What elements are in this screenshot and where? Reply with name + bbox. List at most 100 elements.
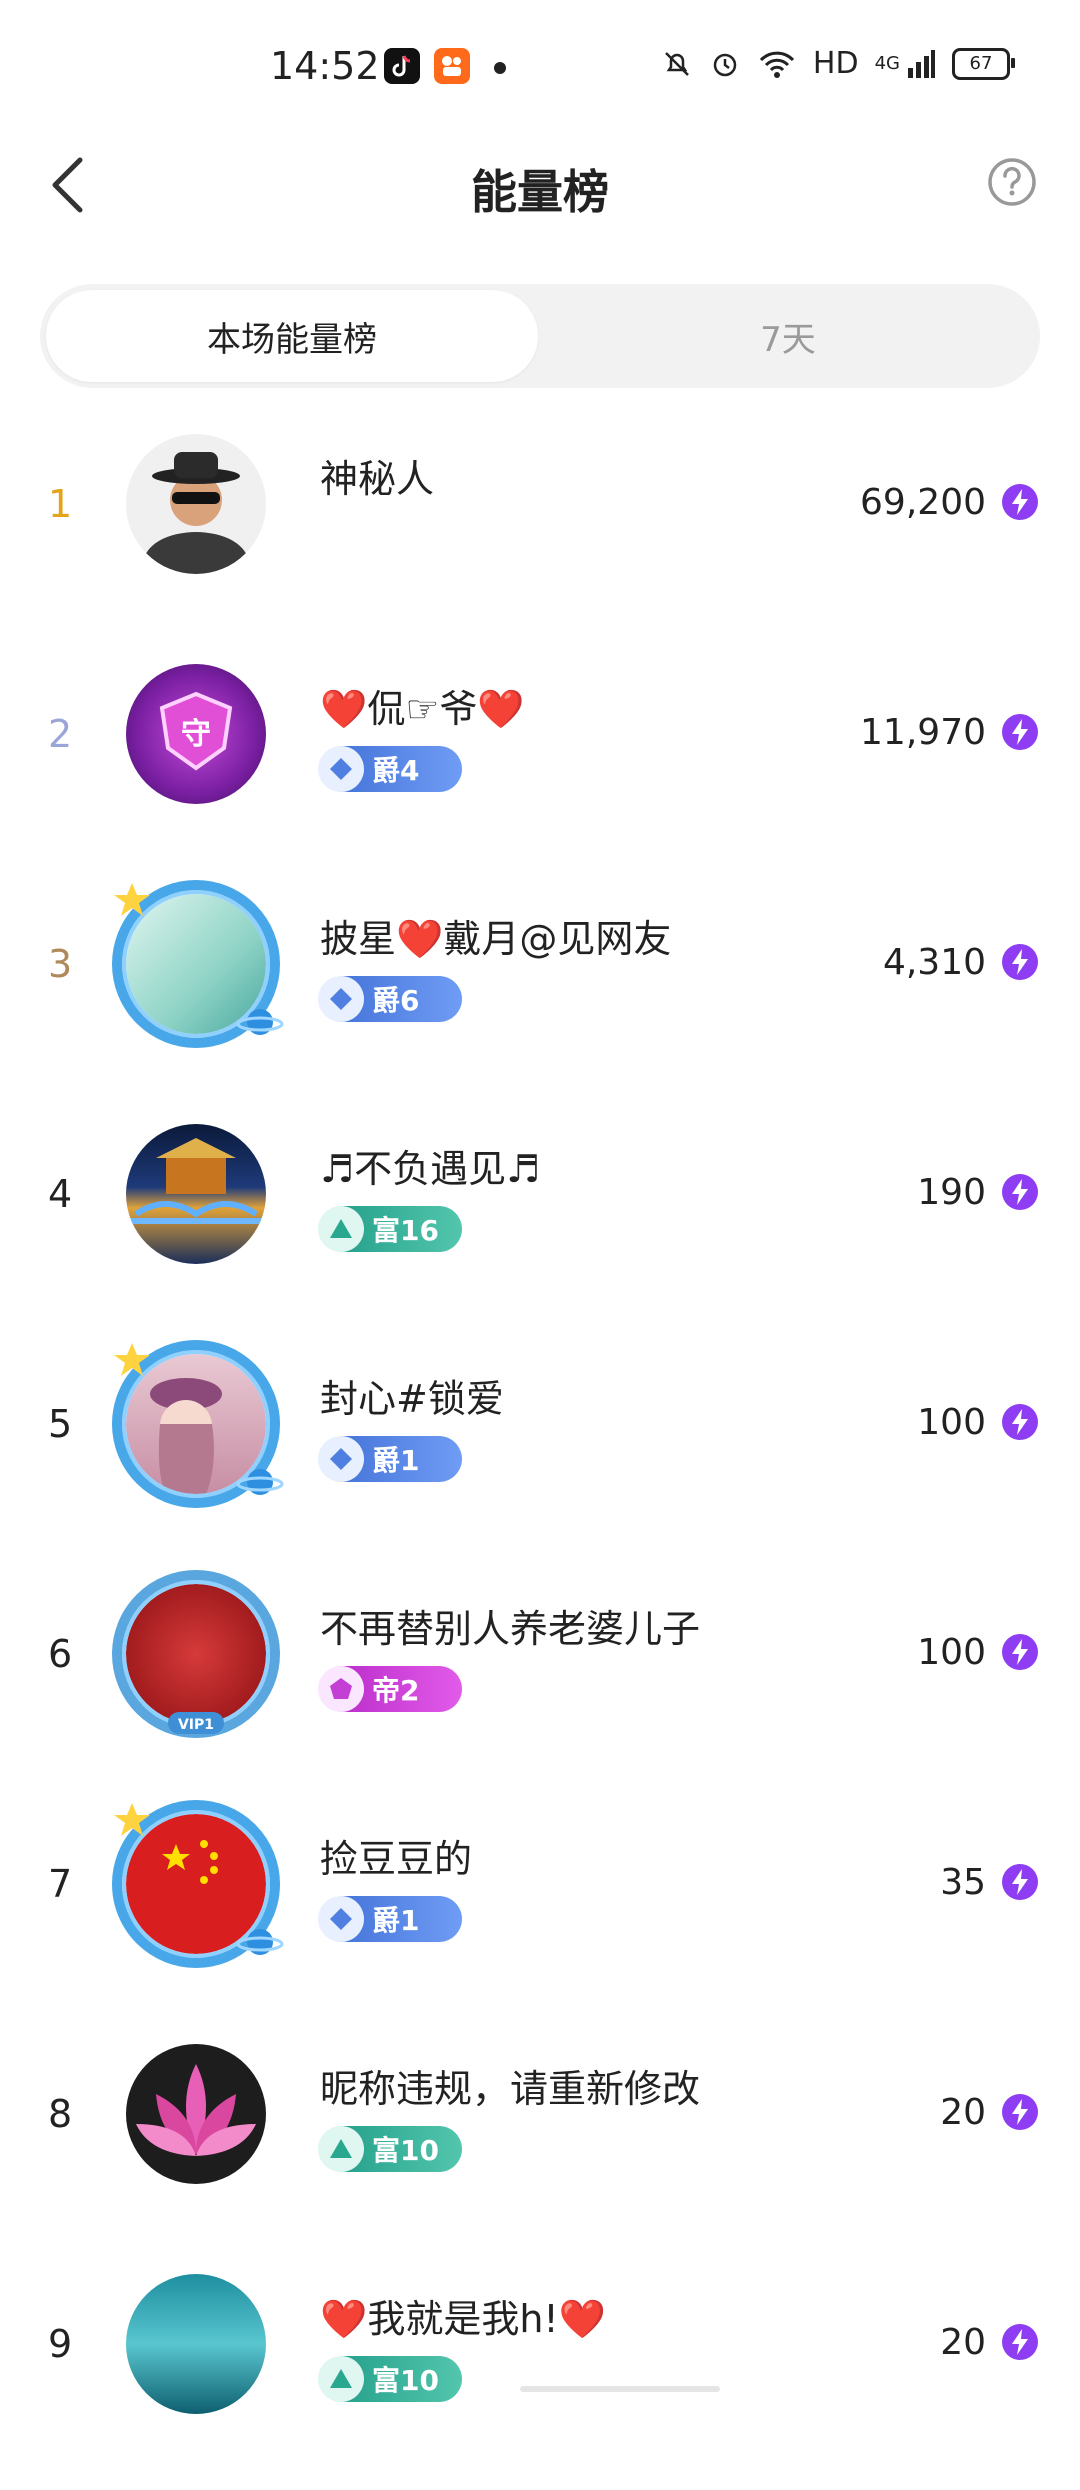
level-badge: 富16 [318,1206,462,1252]
avatar[interactable] [112,2030,280,2198]
badge-label: 爵1 [372,1444,420,1477]
avatar[interactable] [112,2260,280,2428]
signal-4g-label: 4G [874,53,900,74]
rank-number: 4 [48,1172,73,1216]
help-icon [988,158,1036,206]
status-time: 14:52 [270,44,380,88]
planet-icon [236,1929,284,1955]
rank-number: 2 [48,712,73,756]
notification-dot [494,62,506,74]
ranking-row[interactable]: 3 披星❤️戴月@见网友 爵6 4,310 [0,880,1080,1110]
user-name: 封心#锁爱 [320,1377,504,1421]
avatar[interactable] [112,1110,280,1278]
badge-label: 爵6 [372,984,420,1017]
user-name: 披星❤️戴月@见网友 [320,917,672,961]
energy-bolt-icon [1002,1404,1038,1440]
energy-bolt-icon [1002,2324,1038,2360]
energy-score: 11,970 [860,712,986,753]
level-badge: 爵1 [318,1896,462,1942]
ranking-row[interactable]: 9 ❤️我就是我h!❤️ 富10 20 [0,2260,1080,2490]
star-icon [114,1343,150,1376]
avatar[interactable] [112,880,284,1048]
badge-label: 爵1 [372,1904,420,1937]
energy-score: 35 [940,1862,986,1903]
vip-badge-icon: VIP1 [168,1712,224,1734]
level-badge: 爵6 [318,976,462,1022]
scroll-indicator [520,2386,720,2392]
planet-icon [236,1469,284,1495]
tab-bar: 本场能量榜 7天 [40,284,1040,388]
energy-score: 4,310 [882,942,986,983]
energy-bolt-icon [1002,1634,1038,1670]
avatar[interactable]: 守 [112,650,280,818]
mystery-person-icon [144,452,248,574]
energy-score: 100 [917,1632,986,1673]
rank-number: 9 [48,2322,73,2366]
diamond-icon [318,1436,364,1482]
triangle-icon [318,1206,364,1252]
svg-text:守: 守 [181,717,211,752]
signal-icon [908,49,935,78]
kuaishou-app-icon [434,48,470,84]
user-name: 神秘人 [320,457,435,501]
ranking-row[interactable]: 1 神秘人 69,200 [0,420,1080,650]
ranking-row[interactable]: 5 封心#锁爱 爵1 100 [0,1340,1080,1570]
energy-score: 20 [940,2092,986,2133]
help-button[interactable] [984,154,1040,210]
star-icon [114,883,150,916]
diamond-icon [318,976,364,1022]
badge-label: 爵4 [372,754,420,787]
diamond-icon [318,1896,364,1942]
badge-label: 富16 [372,1214,439,1247]
user-name: ♬不负遇见♬ [320,1147,541,1191]
energy-score: 69,200 [860,482,986,523]
triangle-icon [318,2126,364,2172]
ranking-row[interactable]: 2 守 ❤️侃☞爷❤️ 爵4 11,970 [0,650,1080,880]
ranking-row[interactable]: 8 昵称违规，请重新修改 富10 20 [0,2030,1080,2260]
level-badge: 帝2 [318,1666,462,1712]
avatar[interactable] [112,420,280,588]
user-name: 不再替别人养老婆儿子 [320,1607,701,1651]
user-name: ❤️我就是我h!❤️ [320,2297,606,2341]
level-badge: 富10 [318,2356,462,2402]
ranking-row[interactable]: 7 捡豆豆的 爵1 35 [0,1800,1080,2030]
energy-score: 190 [917,1172,986,1213]
rank-number: 8 [48,2092,73,2136]
ranking-row[interactable]: 4 ♬不负遇见♬ 富16 190 [0,1110,1080,1340]
level-badge: 爵1 [318,1436,462,1482]
night-bridge-image [126,1138,266,1224]
energy-bolt-icon [1002,944,1038,980]
planet-icon [236,1009,284,1035]
avatar[interactable] [112,1340,284,1508]
pentagon-icon [318,1666,364,1712]
rank-number: 5 [48,1402,73,1446]
avatar[interactable] [112,1800,284,1968]
page-title: 能量榜 [471,165,609,219]
triangle-icon [318,2356,364,2402]
energy-bolt-icon [1002,484,1038,520]
network-hd-label: HD [812,46,859,81]
diamond-icon [318,746,364,792]
user-name: ❤️侃☞爷❤️ [320,687,525,731]
energy-bolt-icon [1002,714,1038,750]
energy-score: 20 [940,2322,986,2363]
energy-bolt-icon [1002,1174,1038,1210]
badge-label: 富10 [372,2364,439,2397]
rank-number: 3 [48,942,73,986]
battery-icon: 67 [952,47,1015,80]
avatar[interactable]: VIP1 [112,1570,280,1738]
tiktok-app-icon [384,48,420,84]
user-name: 昵称违规，请重新修改 [320,2067,701,2111]
svg-text:VIP1: VIP1 [178,1717,214,1733]
star-icon [114,1803,150,1836]
ranking-row[interactable]: 6 VIP1 不再替别人养老婆儿子 帝2 100 [0,1570,1080,1800]
rank-number: 6 [48,1632,73,1676]
energy-score: 100 [917,1402,986,1443]
tab-current-session[interactable]: 本场能量榜 [46,290,538,382]
tab-7-days[interactable]: 7天 [542,290,1034,382]
battery-level: 67 [969,53,993,74]
status-right-icons: HD 4G 67 [661,46,1015,81]
alarm-icon [713,53,737,76]
energy-bolt-icon [1002,1864,1038,1900]
header: 能量榜 [0,120,1080,250]
